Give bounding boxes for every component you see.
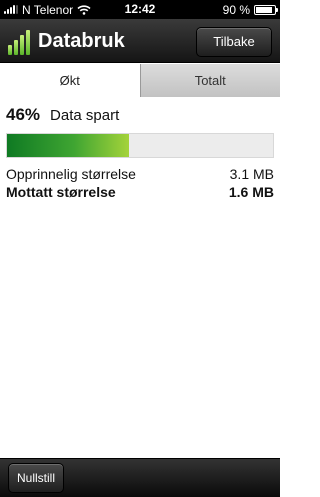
saved-label: Data spart — [50, 107, 120, 124]
tab-total[interactable]: Totalt — [139, 64, 280, 97]
tab-session[interactable]: Økt — [0, 64, 140, 97]
segmented-tabs: Økt Totalt — [0, 64, 280, 97]
battery-icon — [254, 4, 278, 15]
original-size-value: 3.1 MB — [229, 166, 274, 182]
savings-progress-fill — [7, 134, 130, 157]
received-size-row: Mottatt størrelse 1.6 MB — [6, 184, 274, 202]
page-title: Databruk — [38, 30, 125, 52]
saved-percent: 46% — [6, 105, 41, 124]
status-bar: N Telenor 12:42 90 % — [0, 0, 280, 19]
original-size-row: Opprinnelig størrelse 3.1 MB — [6, 166, 274, 184]
status-right: 90 % — [222, 0, 278, 19]
received-size-value: 1.6 MB — [228, 184, 274, 200]
navigation-bar: Databruk Tilbake — [0, 19, 280, 63]
reset-button[interactable]: Nullstill — [8, 463, 64, 493]
original-size-label: Opprinnelig størrelse — [6, 166, 136, 182]
data-saved-summary: 46% Data spart — [6, 105, 119, 127]
bottom-toolbar: Nullstill — [0, 458, 280, 497]
wifi-icon — [77, 4, 91, 15]
received-size-label: Mottatt størrelse — [6, 184, 116, 200]
battery-percent: 90 % — [222, 2, 250, 17]
savings-progress-bar — [6, 133, 274, 158]
screen: N Telenor 12:42 90 % Databruk Tilbake Øk… — [0, 0, 280, 497]
status-left: N Telenor — [4, 0, 91, 19]
signal-strength-icon — [4, 5, 18, 14]
carrier-name: N Telenor — [22, 2, 74, 17]
back-button[interactable]: Tilbake — [196, 27, 272, 57]
bar-chart-icon — [8, 29, 34, 55]
